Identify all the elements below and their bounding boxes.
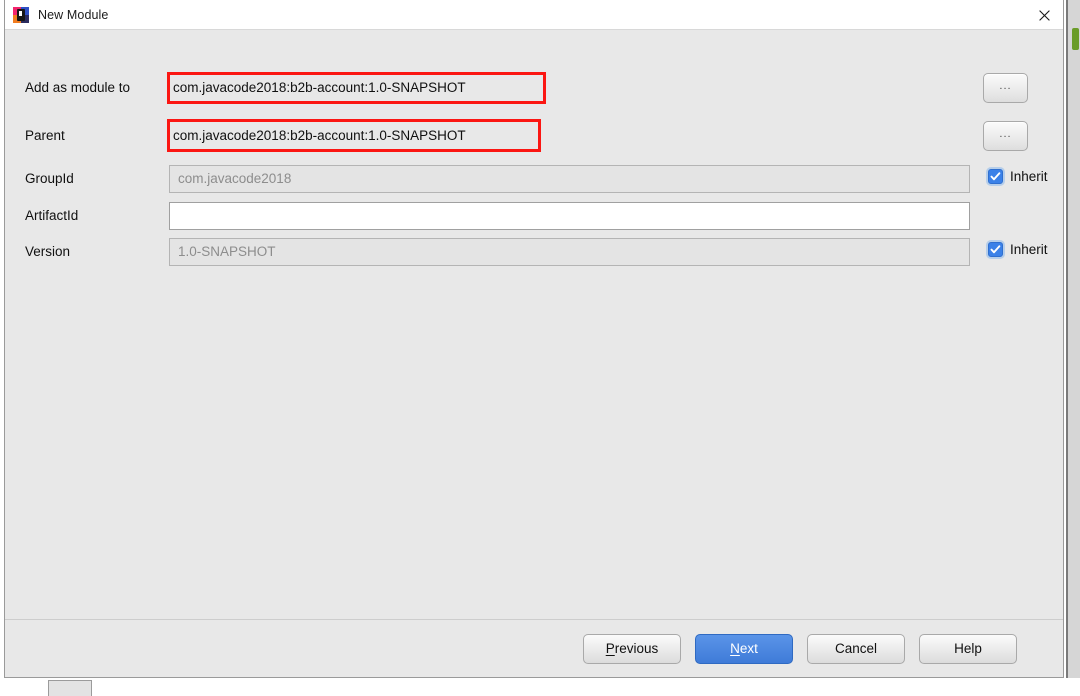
backdrop-green-indicator xyxy=(1072,28,1079,50)
label-version: Version xyxy=(25,244,71,259)
next-button[interactable]: Next xyxy=(695,633,793,664)
ellipsis-icon: ... xyxy=(999,128,1012,140)
groupid-input[interactable]: com.javacode2018 xyxy=(169,165,970,193)
new-module-dialog: New Module Add as module to com.javacode… xyxy=(4,0,1064,678)
row-artifactid: ArtifactId xyxy=(5,201,1063,231)
checkbox-checked-icon xyxy=(988,169,1003,184)
inherit-checkbox-groupid[interactable]: Inherit xyxy=(988,169,1048,184)
next-mnemonic: N xyxy=(730,641,740,656)
previous-button[interactable]: Previous xyxy=(583,633,681,664)
label-groupid: GroupId xyxy=(25,171,74,186)
backdrop-bottom-panel xyxy=(48,680,92,696)
dialog-titlebar: New Module xyxy=(5,0,1063,30)
checkbox-checked-icon xyxy=(988,242,1003,257)
inherit-checkbox-version[interactable]: Inherit xyxy=(988,242,1048,257)
row-groupid: GroupId com.javacode2018 xyxy=(5,164,1063,194)
cancel-button[interactable]: Cancel xyxy=(807,633,905,664)
label-add-as-module-to: Add as module to xyxy=(25,80,131,95)
browse-button-parent[interactable]: ... xyxy=(983,121,1028,151)
label-parent: Parent xyxy=(25,128,65,143)
dialog-title: New Module xyxy=(38,7,109,22)
browse-button-add-as-module-to[interactable]: ... xyxy=(983,73,1028,103)
row-parent: Parent com.javacode2018:b2b-account:1.0-… xyxy=(5,121,1063,151)
previous-mnemonic: P xyxy=(605,641,615,656)
inherit-label-groupid: Inherit xyxy=(1010,169,1048,184)
next-button-label-rest: ext xyxy=(739,641,758,656)
value-add-as-module-to[interactable]: com.javacode2018:b2b-account:1.0-SNAPSHO… xyxy=(169,73,970,103)
intellij-idea-icon xyxy=(13,6,29,23)
close-icon[interactable] xyxy=(1031,5,1057,25)
dialog-content: Add as module to com.javacode2018:b2b-ac… xyxy=(5,30,1063,619)
value-parent[interactable]: com.javacode2018:b2b-account:1.0-SNAPSHO… xyxy=(169,121,970,151)
dialog-button-bar: Previous Next Cancel Help xyxy=(5,619,1063,677)
version-input[interactable]: 1.0-SNAPSHOT xyxy=(169,238,970,266)
help-button[interactable]: Help xyxy=(919,633,1017,664)
inherit-label-version: Inherit xyxy=(1010,242,1048,257)
row-version: Version 1.0-SNAPSHOT xyxy=(5,237,1063,267)
backdrop-bottom-area xyxy=(0,678,1080,696)
label-artifactid: ArtifactId xyxy=(25,208,79,223)
row-add-as-module-to: Add as module to com.javacode2018:b2b-ac… xyxy=(5,73,1063,103)
previous-button-label-rest: revious xyxy=(614,641,659,656)
ellipsis-icon: ... xyxy=(999,80,1012,92)
artifactid-input[interactable] xyxy=(169,202,970,230)
backdrop-right-strip xyxy=(1068,0,1080,696)
